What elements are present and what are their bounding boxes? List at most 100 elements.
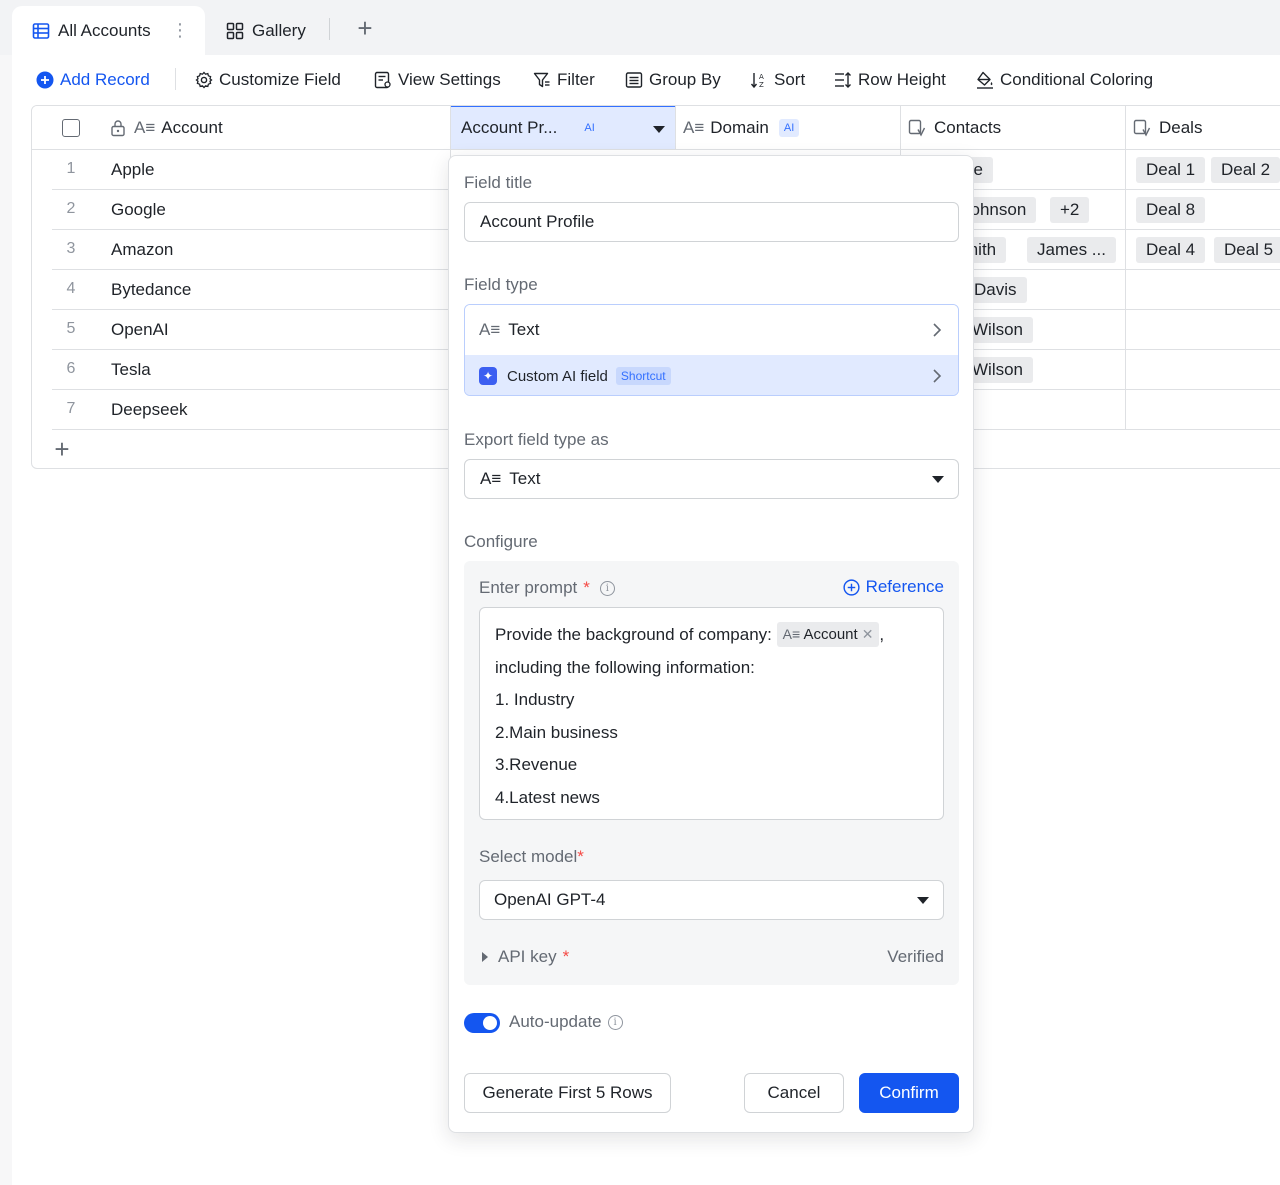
customize-field-button[interactable]: Customize Field — [195, 68, 341, 92]
account-cell[interactable]: Apple — [111, 160, 154, 180]
api-key-status: Verified — [887, 947, 944, 966]
sort-label: Sort — [774, 70, 806, 89]
prompt-line: including the following information: — [495, 657, 755, 677]
filter-icon — [533, 72, 550, 88]
sort-button[interactable]: AZ Sort — [750, 68, 805, 92]
remove-tag-icon[interactable]: ✕ — [862, 626, 874, 642]
more-contacts-chip[interactable]: +2 — [1050, 197, 1090, 223]
tab-gallery[interactable]: Gallery — [226, 6, 306, 55]
deal-chip[interactable]: Deal 2 — [1211, 157, 1280, 183]
account-cell[interactable]: Bytedance — [111, 280, 191, 300]
chevron-right-icon — [933, 369, 942, 383]
filter-button[interactable]: Filter — [533, 68, 595, 92]
paint-bucket-icon — [977, 71, 993, 89]
model-label-text: Select model — [479, 847, 578, 866]
account-cell[interactable]: Amazon — [111, 240, 173, 260]
auto-update-toggle[interactable] — [464, 1013, 500, 1033]
configure-section: Enter prompt * i Reference Provide the b… — [464, 561, 959, 985]
link-record-icon — [1133, 119, 1151, 137]
field-reference-tag[interactable]: A≡ Account ✕ — [776, 622, 880, 647]
customize-field-label: Customize Field — [219, 70, 341, 89]
prompt-label-text: Enter prompt — [479, 578, 578, 597]
field-title-label: Field title — [464, 173, 533, 192]
generate-rows-button[interactable]: Generate First 5 Rows — [464, 1073, 671, 1113]
select-all-checkbox[interactable] — [62, 118, 80, 137]
column-menu-caret-icon[interactable] — [653, 126, 665, 133]
column-header-deals[interactable]: Deals — [1126, 106, 1280, 150]
reference-button[interactable]: Reference — [842, 577, 944, 597]
sparkle-icon: ✦ — [479, 367, 497, 385]
account-cell[interactable]: OpenAI — [111, 320, 169, 340]
svg-text:Z: Z — [759, 81, 764, 89]
shortcut-badge: Shortcut — [615, 367, 671, 385]
view-settings-button[interactable]: View Settings — [374, 68, 501, 92]
row-number: 4 — [66, 280, 76, 297]
prompt-line: Provide the background of company: A≡ Ac… — [495, 619, 928, 652]
account-cell[interactable]: Google — [111, 200, 166, 220]
field-type-label: Field type — [464, 275, 538, 294]
row-number: 7 — [66, 400, 76, 417]
grid-view-icon — [32, 22, 50, 40]
account-cell[interactable]: Tesla — [111, 360, 151, 380]
add-row-icon[interactable]: + — [52, 436, 72, 462]
button-label: Cancel — [767, 1083, 821, 1102]
column-header-contacts[interactable]: Contacts — [901, 106, 1125, 150]
add-record-label: Add Record — [60, 70, 150, 89]
toolbar: Add Record Customize Field View Settings… — [0, 55, 1280, 105]
row-number: 3 — [66, 240, 76, 257]
account-cell[interactable]: Deepseek — [111, 400, 188, 420]
column-header-account-profile[interactable]: Account Pr... AI — [451, 106, 675, 150]
field-config-panel: Field title Account Profile Field type A… — [448, 155, 974, 1133]
row-number: 1 — [66, 160, 76, 177]
model-label: Select model* — [479, 847, 584, 867]
deal-chip[interactable]: Deal 4 — [1136, 237, 1206, 263]
info-icon[interactable]: i — [599, 580, 615, 596]
conditional-coloring-button[interactable]: Conditional Coloring — [976, 68, 1153, 92]
tab-all-accounts[interactable]: All Accounts ⋮ — [12, 6, 205, 55]
prompt-text: , — [879, 625, 885, 644]
add-view-icon[interactable]: + — [352, 15, 378, 42]
field-type-text-option[interactable]: A≡ Text — [465, 305, 958, 355]
cancel-button[interactable]: Cancel — [744, 1073, 844, 1113]
deal-chip[interactable]: Deal 5 — [1214, 237, 1280, 263]
button-label: Generate First 5 Rows — [482, 1083, 653, 1102]
model-value: OpenAI GPT-4 — [494, 890, 606, 909]
prompt-editor[interactable]: Provide the background of company: A≡ Ac… — [479, 607, 944, 820]
contact-chip[interactable]: James ... — [1027, 237, 1116, 263]
more-options-icon[interactable]: ⋮ — [171, 20, 189, 41]
field-type-custom-ai-option[interactable]: ✦ Custom AI field Shortcut — [465, 355, 958, 395]
text-field-icon: A≡ — [134, 117, 156, 137]
button-label: Confirm — [879, 1083, 939, 1102]
view-tab-bar: All Accounts ⋮ Gallery + — [0, 0, 1280, 55]
reference-label: Reference — [865, 577, 944, 596]
deal-chip[interactable]: Deal 8 — [1136, 197, 1206, 223]
export-type-select[interactable]: A≡ Text — [464, 459, 959, 499]
deal-chip[interactable]: Deal 1 — [1136, 157, 1206, 183]
tab-label: All Accounts — [58, 20, 151, 40]
tag-label: Account — [803, 626, 858, 643]
ai-badge: AI — [778, 118, 800, 137]
add-record-button[interactable]: Add Record — [36, 68, 150, 92]
auto-update-label: Auto-update i — [509, 1012, 623, 1032]
row-height-button[interactable]: Row Height — [834, 68, 946, 92]
field-title-input[interactable]: Account Profile — [464, 202, 959, 242]
column-header-domain[interactable]: A≡ Domain AI — [676, 106, 900, 150]
confirm-button[interactable]: Confirm — [859, 1073, 959, 1113]
text-field-icon: A≡ — [479, 320, 501, 339]
api-key-toggle[interactable]: API key * — [479, 947, 569, 967]
info-icon[interactable]: i — [607, 1014, 623, 1030]
prompt-label: Enter prompt * i — [479, 578, 615, 598]
option-label: Custom AI field — [507, 367, 608, 385]
group-by-button[interactable]: Group By — [625, 68, 721, 92]
model-select[interactable]: OpenAI GPT-4 — [479, 880, 944, 920]
configure-label: Configure — [464, 532, 538, 551]
toggle-knob — [483, 1016, 497, 1030]
add-circle-icon — [36, 71, 54, 89]
export-type-value: Text — [509, 469, 541, 488]
gallery-view-icon — [226, 22, 244, 40]
column-header-account[interactable]: A≡ Account — [32, 106, 450, 150]
group-by-icon — [625, 72, 643, 88]
text-field-icon: A≡ — [782, 626, 801, 642]
field-type-list: A≡ Text ✦ Custom AI field Shortcut — [464, 304, 959, 396]
column-label: Contacts — [934, 117, 1002, 137]
